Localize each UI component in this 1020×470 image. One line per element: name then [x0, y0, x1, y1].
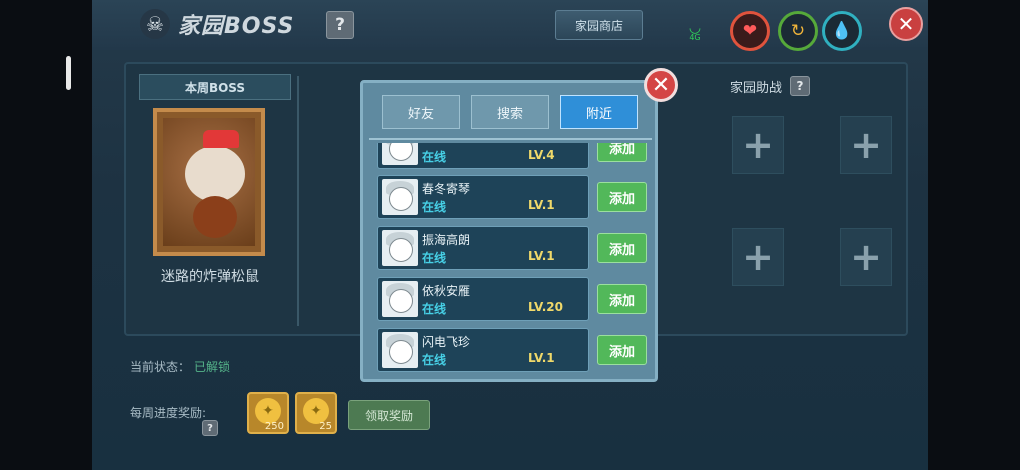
player-card: 春冬寄琴 在线 LV.1 [377, 175, 589, 219]
player-card: 闪电飞珍 在线 LV.1 [377, 328, 589, 372]
player-name: 闪电飞珍 [422, 335, 471, 349]
tab-friends[interactable]: 好友 [382, 95, 460, 129]
water-drop-icon[interactable]: 💧 [822, 11, 862, 51]
boss-name: 迷路的炸弹松鼠 [161, 269, 259, 285]
title-group: ☠ 家园BOSS [140, 8, 294, 40]
list-item: 闪电飞珍 在线 LV.1 添加 [369, 328, 652, 374]
help-button[interactable]: ? [326, 11, 354, 39]
player-name: 春冬寄琴 [422, 182, 471, 196]
heart-icon[interactable]: ❤ [730, 11, 770, 51]
avatar [382, 143, 418, 165]
list-item: 春冬寄琴 在线 LV.1 添加 [369, 175, 652, 221]
player-level: LV.4 [528, 148, 555, 162]
player-level: LV.1 [528, 198, 555, 212]
assist-help-button[interactable]: ? [790, 76, 811, 96]
reward-item-2[interactable]: ✦ 25 [295, 392, 337, 434]
add-friend-button[interactable]: 添加 [597, 233, 647, 263]
boss-portrait[interactable] [153, 108, 265, 256]
player-card: 依秋安雁 在线 LV.20 [377, 277, 589, 321]
close-button[interactable]: ✕ [889, 7, 923, 41]
refresh-icon[interactable]: ↻ [778, 11, 818, 51]
player-status: 在线 [422, 353, 447, 367]
player-level: LV.20 [528, 300, 563, 314]
squirrel-portrait-image [163, 118, 255, 246]
tabs-divider [369, 138, 652, 140]
avatar [382, 179, 418, 215]
reward-amount: 250 [264, 421, 284, 432]
assist-title-label: 家园助战 [730, 80, 783, 96]
player-card: 振海高朗 在线 LV.1 [377, 226, 589, 270]
home-shop-button[interactable]: 家园商店 [555, 10, 643, 40]
status-value: 已解锁 [194, 360, 231, 374]
add-friend-button[interactable]: 添加 [597, 335, 647, 365]
top-bar: ☠ 家园BOSS ? 家园商店 ◡ 4G ❤ ↻ 💧 ✕ [92, 0, 928, 51]
tab-nearby[interactable]: 附近 [560, 95, 638, 129]
reward-item-1[interactable]: ✦ 250 [247, 392, 289, 434]
reward-amount: 25 [319, 421, 332, 432]
avatar [382, 281, 418, 317]
list-item: 在线 LV.4 添加 [369, 143, 652, 171]
add-friend-button[interactable]: 添加 [597, 182, 647, 212]
list-item: 依秋安雁 在线 LV.20 添加 [369, 277, 652, 323]
network-label: 4G [689, 33, 701, 42]
player-status: 在线 [422, 200, 447, 214]
screen-edge-handle [66, 56, 71, 90]
add-friend-button[interactable]: 添加 [597, 143, 647, 162]
status-label: 当前状态： [130, 360, 191, 374]
player-status: 在线 [422, 302, 447, 316]
avatar [382, 332, 418, 368]
player-list[interactable]: 在线 LV.4 添加 春冬寄琴 在线 LV.1 添加 振海高朗 在线 LV.1 … [369, 143, 652, 376]
page-title: 家园BOSS [178, 14, 295, 39]
player-level: LV.1 [528, 249, 555, 263]
assist-title: 家园助战 ? [730, 76, 811, 96]
player-dialog: 好友 搜索 附近 在线 LV.4 添加 春冬寄琴 在线 LV.1 添加 振海高朗… [360, 80, 658, 382]
dialog-close-button[interactable]: ✕ [644, 68, 678, 102]
divider [297, 76, 299, 326]
game-screen: ☠ 家园BOSS ? 家园商店 ◡ 4G ❤ ↻ 💧 ✕ 本周BOSS 迷路的炸弹… [92, 0, 928, 470]
reward-label: 每周进度奖励: [130, 406, 207, 420]
status-row: 当前状态： 已解锁 [130, 358, 230, 375]
player-card: 在线 LV.4 [377, 143, 589, 169]
claim-reward-button[interactable]: 领取奖励 [348, 400, 430, 430]
assist-slot-4[interactable]: + [840, 228, 892, 286]
avatar [382, 230, 418, 266]
player-level: LV.1 [528, 351, 555, 365]
assist-slot-1[interactable]: + [732, 116, 784, 174]
reward-help-button[interactable]: ? [202, 420, 218, 436]
wifi-icon: ◡ 4G [680, 20, 710, 42]
skull-icon: ☠ [140, 9, 170, 39]
player-name: 依秋安雁 [422, 284, 471, 298]
list-item: 振海高朗 在线 LV.1 添加 [369, 226, 652, 272]
player-name: 振海高朗 [422, 233, 471, 247]
assist-slot-3[interactable]: + [732, 228, 784, 286]
boss-section-label: 本周BOSS [139, 74, 291, 100]
assist-slot-2[interactable]: + [840, 116, 892, 174]
add-friend-button[interactable]: 添加 [597, 284, 647, 314]
tab-search[interactable]: 搜索 [471, 95, 549, 129]
player-status: 在线 [422, 251, 447, 265]
player-status: 在线 [422, 150, 447, 164]
